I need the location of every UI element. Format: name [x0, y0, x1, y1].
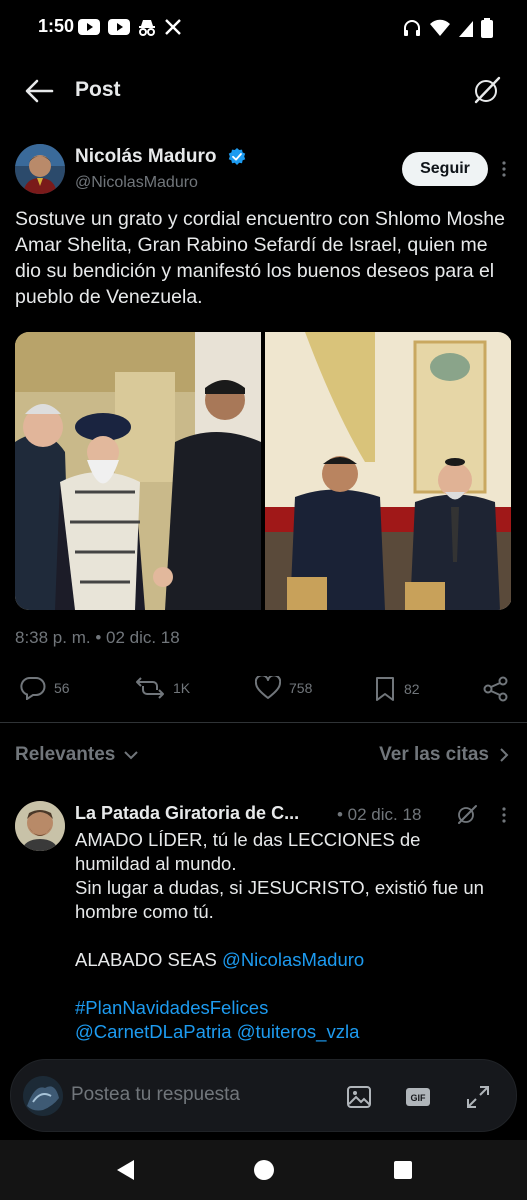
mention-link[interactable]: @CarnetDLaPatria — [75, 1021, 232, 1042]
gif-icon[interactable]: GIF — [405, 1084, 431, 1110]
image-icon[interactable] — [346, 1084, 372, 1110]
notification-icons — [78, 18, 182, 36]
divider — [0, 722, 527, 723]
reply-input[interactable]: Postea tu respuesta — [71, 1084, 240, 1106]
repost-button[interactable]: 1K — [135, 676, 190, 700]
back-nav-icon[interactable] — [114, 1158, 138, 1182]
author-avatar[interactable] — [15, 144, 65, 194]
bookmark-count: 82 — [404, 681, 420, 697]
status-time: 1:50 — [38, 16, 75, 36]
share-icon — [483, 676, 508, 702]
verified-badge-icon — [228, 148, 246, 165]
reply-line: Sin lugar a dudas, si JESUCRISTO, existi… — [75, 877, 484, 898]
sort-replies-dropdown[interactable]: Relevantes — [15, 744, 139, 766]
system-icons — [403, 18, 493, 38]
reply-line: AMADO LÍDER, tú le das LECCIONES de — [75, 829, 421, 850]
post-text: Sostuve un grato y cordial encuentro con… — [15, 208, 505, 308]
more-options-icon[interactable] — [497, 805, 511, 825]
sort-label: Relevantes — [15, 744, 116, 765]
system-nav-bar — [0, 1140, 527, 1200]
gif-label: GIF — [411, 1093, 427, 1103]
home-nav-icon[interactable] — [252, 1158, 276, 1182]
youtube-icon — [108, 19, 130, 35]
replies-header: Relevantes Ver las citas — [0, 730, 527, 780]
x-logo-icon — [165, 19, 181, 35]
recents-nav-icon[interactable] — [391, 1158, 415, 1182]
status-bar: 1:50 — [0, 0, 527, 54]
repost-count: 1K — [173, 680, 191, 696]
reply-button[interactable]: 56 — [20, 676, 70, 700]
like-button[interactable]: 758 — [255, 676, 312, 700]
post-photo-right[interactable] — [265, 332, 511, 610]
reply-line: humildad al mundo. — [75, 853, 237, 874]
mention-link[interactable]: @NicolasMaduro — [222, 949, 364, 970]
reply-line: ALABADO SEAS @NicolasMaduro — [75, 948, 515, 972]
reply-avatar[interactable] — [15, 801, 65, 851]
reply-line — [75, 924, 515, 948]
post-timestamp[interactable]: 8:38 p. m. • 02 dic. 18 — [15, 628, 180, 648]
post-photo-left[interactable] — [15, 332, 261, 610]
post-actions: 56 1K 758 82 — [0, 668, 527, 708]
view-quotes-label: Ver las citas — [379, 744, 489, 765]
battery-icon — [481, 18, 493, 38]
reply-line-text: ALABADO SEAS — [75, 949, 223, 970]
post-media[interactable] — [15, 332, 512, 610]
user-avatar[interactable] — [23, 1076, 63, 1116]
reply-date[interactable]: • 02 dic. 18 — [337, 805, 421, 825]
more-options-icon[interactable] — [497, 159, 511, 179]
view-quotes-link[interactable]: Ver las citas — [379, 744, 509, 766]
bookmark-button[interactable]: 82 — [374, 676, 420, 702]
repost-icon — [136, 677, 164, 699]
reply-line: @CarnetDLaPatria @tuiteros_vzla — [75, 1020, 515, 1044]
youtube-icon — [78, 19, 100, 35]
back-arrow-icon[interactable] — [22, 76, 56, 106]
author-name[interactable]: Nicolás Maduro — [75, 146, 216, 168]
share-button[interactable] — [483, 676, 509, 702]
reply-icon — [20, 676, 46, 700]
incognito-icon — [139, 20, 155, 36]
chevron-down-icon — [124, 751, 139, 760]
reply-count: 56 — [54, 680, 70, 696]
reply-line: hombre como tú. — [75, 901, 214, 922]
headphones-icon — [404, 20, 420, 36]
expand-icon[interactable] — [465, 1084, 491, 1110]
hashtag-link[interactable]: #PlanNavidadesFelices — [75, 997, 268, 1018]
chevron-right-icon — [500, 748, 509, 762]
follow-button[interactable]: Seguir — [402, 152, 488, 186]
bookmark-icon — [376, 677, 394, 701]
reply-author-name[interactable]: La Patada Giratoria de C... — [75, 803, 299, 824]
signal-icon — [459, 21, 473, 37]
reply-composer[interactable]: Postea tu respuesta GIF — [10, 1059, 517, 1132]
mention-link[interactable]: @tuiteros_vzla — [237, 1021, 360, 1042]
author-handle[interactable]: @NicolasMaduro — [75, 174, 198, 192]
reply-line: #PlanNavidadesFelices — [75, 996, 515, 1020]
reply-line — [75, 972, 515, 996]
reply-text: AMADO LÍDER, tú le das LECCIONES de humi… — [75, 828, 515, 1044]
like-count: 758 — [289, 680, 313, 696]
grok-icon[interactable] — [456, 803, 478, 825]
heart-icon — [255, 676, 281, 699]
wifi-icon — [430, 19, 450, 36]
page-title: Post — [75, 78, 121, 101]
grok-icon[interactable] — [471, 74, 503, 106]
top-bar: Post — [0, 54, 527, 128]
